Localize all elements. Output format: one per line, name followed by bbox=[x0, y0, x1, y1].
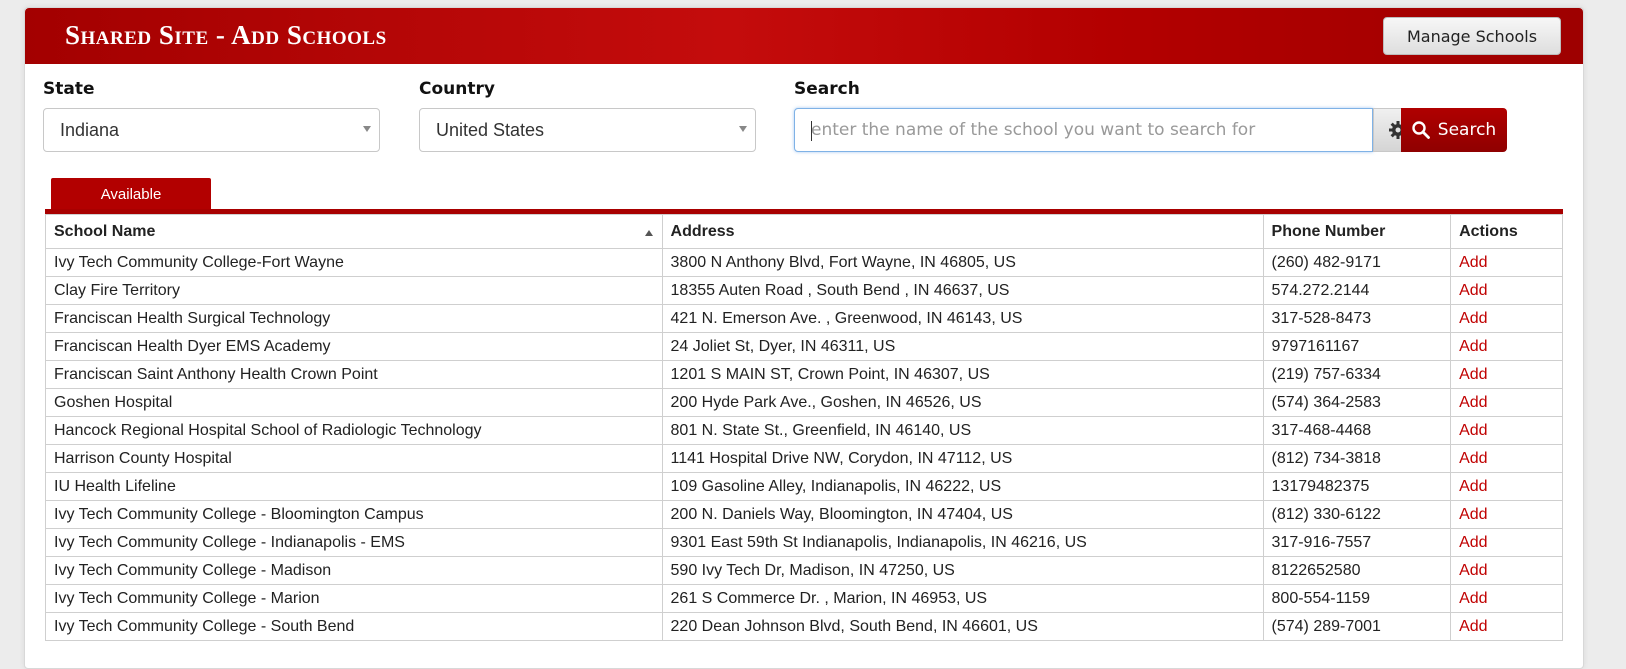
table-row: Hancock Regional Hospital School of Radi… bbox=[45, 416, 1563, 445]
table-row: Goshen Hospital 200 Hyde Park Ave., Goshe… bbox=[45, 388, 1563, 417]
phone-cell: (219) 757-6334 bbox=[1262, 360, 1452, 389]
country-select-value: United States bbox=[436, 119, 545, 140]
table-row: Ivy Tech Community College - South Bend 2… bbox=[45, 612, 1563, 641]
add-link[interactable]: Add bbox=[1450, 472, 1563, 501]
column-header-school-name[interactable]: School Name bbox=[45, 214, 663, 249]
add-link[interactable]: Add bbox=[1450, 444, 1563, 473]
table-row: Clay Fire Territory 18355 Auten Road , So… bbox=[45, 276, 1563, 305]
add-link[interactable]: Add bbox=[1450, 556, 1563, 585]
address-cell: 220 Dean Johnson Blvd, South Bend, IN 46… bbox=[661, 612, 1264, 641]
phone-cell: 574.272.2144 bbox=[1262, 276, 1452, 305]
state-select-value: Indiana bbox=[60, 119, 120, 140]
search-button-label: Search bbox=[1437, 120, 1497, 140]
table-row: Ivy Tech Community College-Fort Wayne 380… bbox=[45, 248, 1563, 277]
school-name-cell: IU Health Lifeline bbox=[45, 472, 663, 501]
add-link[interactable]: Add bbox=[1450, 304, 1563, 333]
school-name-cell: Franciscan Health Dyer EMS Academy bbox=[45, 332, 663, 361]
search-button[interactable]: Search bbox=[1401, 108, 1507, 152]
page-title: Shared Site - Add Schools bbox=[65, 20, 387, 50]
search-placeholder: enter the name of the school you want to… bbox=[811, 120, 1256, 140]
address-cell: 9301 East 59th St Indianapolis, Indianap… bbox=[661, 528, 1264, 557]
address-cell: 1201 S MAIN ST, Crown Point, IN 46307, U… bbox=[661, 360, 1264, 389]
phone-cell: 8122652580 bbox=[1262, 556, 1452, 585]
chevron-down-icon bbox=[739, 126, 747, 132]
add-link[interactable]: Add bbox=[1450, 360, 1563, 389]
school-name-cell: Ivy Tech Community College - Indianapoli… bbox=[45, 528, 663, 557]
phone-cell: 13179482375 bbox=[1262, 472, 1452, 501]
school-name-cell: Ivy Tech Community College - Bloomington… bbox=[45, 500, 663, 529]
school-name-cell: Hancock Regional Hospital School of Radi… bbox=[45, 416, 663, 445]
phone-cell: 9797161167 bbox=[1262, 332, 1452, 361]
phone-cell: 317-528-8473 bbox=[1262, 304, 1452, 333]
country-label: Country bbox=[419, 79, 495, 99]
table-row: Ivy Tech Community College - Marion 261 S… bbox=[45, 584, 1563, 613]
chevron-down-icon bbox=[363, 126, 371, 132]
search-icon bbox=[1412, 121, 1430, 139]
phone-cell: 317-916-7557 bbox=[1262, 528, 1452, 557]
state-label: State bbox=[43, 79, 95, 99]
column-header-phone[interactable]: Phone Number bbox=[1262, 214, 1452, 249]
phone-cell: (812) 330-6122 bbox=[1262, 500, 1452, 529]
phone-cell: 800-554-1159 bbox=[1262, 584, 1452, 613]
phone-cell: (260) 482-9171 bbox=[1262, 248, 1452, 277]
table-row: IU Health Lifeline 109 Gasoline Alley, In… bbox=[45, 472, 1563, 501]
add-link[interactable]: Add bbox=[1450, 584, 1563, 613]
address-cell: 200 Hyde Park Ave., Goshen, IN 46526, US bbox=[661, 388, 1264, 417]
phone-cell: 317-468-4468 bbox=[1262, 416, 1452, 445]
add-link[interactable]: Add bbox=[1450, 416, 1563, 445]
phone-cell: (574) 364-2583 bbox=[1262, 388, 1452, 417]
school-name-cell: Ivy Tech Community College-Fort Wayne bbox=[45, 248, 663, 277]
add-link[interactable]: Add bbox=[1450, 528, 1563, 557]
address-cell: 24 Joliet St, Dyer, IN 46311, US bbox=[661, 332, 1264, 361]
school-name-cell: Ivy Tech Community College - South Bend bbox=[45, 612, 663, 641]
add-link[interactable]: Add bbox=[1450, 332, 1563, 361]
school-name-cell: Franciscan Saint Anthony Health Crown Po… bbox=[45, 360, 663, 389]
search-label: Search bbox=[794, 79, 860, 99]
address-cell: 3800 N Anthony Blvd, Fort Wayne, IN 4680… bbox=[661, 248, 1264, 277]
table-row: Franciscan Health Dyer EMS Academy 24 Jol… bbox=[45, 332, 1563, 361]
add-link[interactable]: Add bbox=[1450, 276, 1563, 305]
column-header-actions: Actions bbox=[1450, 214, 1563, 249]
add-schools-panel: Shared Site - Add Schools Manage Schools… bbox=[24, 7, 1584, 669]
school-name-cell: Clay Fire Territory bbox=[45, 276, 663, 305]
address-cell: 801 N. State St., Greenfield, IN 46140, … bbox=[661, 416, 1264, 445]
address-cell: 261 S Commerce Dr. , Marion, IN 46953, U… bbox=[661, 584, 1264, 613]
phone-cell: (812) 734-3818 bbox=[1262, 444, 1452, 473]
table-row: Ivy Tech Community College - Bloomington… bbox=[45, 500, 1563, 529]
address-cell: 18355 Auten Road , South Bend , IN 46637… bbox=[661, 276, 1264, 305]
add-link[interactable]: Add bbox=[1450, 500, 1563, 529]
panel-header: Shared Site - Add Schools Manage Schools bbox=[25, 8, 1583, 64]
school-name-cell: Harrison County Hospital bbox=[45, 444, 663, 473]
address-cell: 200 N. Daniels Way, Bloomington, IN 4740… bbox=[661, 500, 1264, 529]
table-row: Franciscan Health Surgical Technology 421… bbox=[45, 304, 1563, 333]
address-cell: 590 Ivy Tech Dr, Madison, IN 47250, US bbox=[661, 556, 1264, 585]
address-cell: 109 Gasoline Alley, Indianapolis, IN 462… bbox=[661, 472, 1264, 501]
school-name-cell: Ivy Tech Community College - Marion bbox=[45, 584, 663, 613]
phone-cell: (574) 289-7001 bbox=[1262, 612, 1452, 641]
add-link[interactable]: Add bbox=[1450, 612, 1563, 641]
sort-ascending-icon bbox=[644, 230, 653, 236]
table-row: Ivy Tech Community College - Indianapoli… bbox=[45, 528, 1563, 557]
schools-table: School Name Address Phone Number Actions… bbox=[45, 214, 1563, 641]
table-row: Harrison County Hospital 1141 Hospital Dr… bbox=[45, 444, 1563, 473]
column-header-address[interactable]: Address bbox=[661, 214, 1264, 249]
tab-available[interactable]: Available bbox=[51, 178, 211, 210]
school-name-cell: Goshen Hospital bbox=[45, 388, 663, 417]
add-link[interactable]: Add bbox=[1450, 248, 1563, 277]
column-header-label: School Name bbox=[54, 222, 156, 240]
address-cell: 421 N. Emerson Ave. , Greenwood, IN 4614… bbox=[661, 304, 1264, 333]
search-input[interactable]: enter the name of the school you want to… bbox=[794, 108, 1373, 152]
country-select[interactable]: United States bbox=[419, 108, 756, 152]
table-row: Franciscan Saint Anthony Health Crown Po… bbox=[45, 360, 1563, 389]
manage-schools-button[interactable]: Manage Schools bbox=[1383, 17, 1561, 55]
table-header-row: School Name Address Phone Number Actions bbox=[45, 214, 1563, 249]
address-cell: 1141 Hospital Drive NW, Corydon, IN 4711… bbox=[661, 444, 1264, 473]
school-name-cell: Ivy Tech Community College - Madison bbox=[45, 556, 663, 585]
add-link[interactable]: Add bbox=[1450, 388, 1563, 417]
text-cursor bbox=[811, 121, 812, 141]
state-select[interactable]: Indiana bbox=[43, 108, 380, 152]
school-name-cell: Franciscan Health Surgical Technology bbox=[45, 304, 663, 333]
table-row: Ivy Tech Community College - Madison 590 … bbox=[45, 556, 1563, 585]
